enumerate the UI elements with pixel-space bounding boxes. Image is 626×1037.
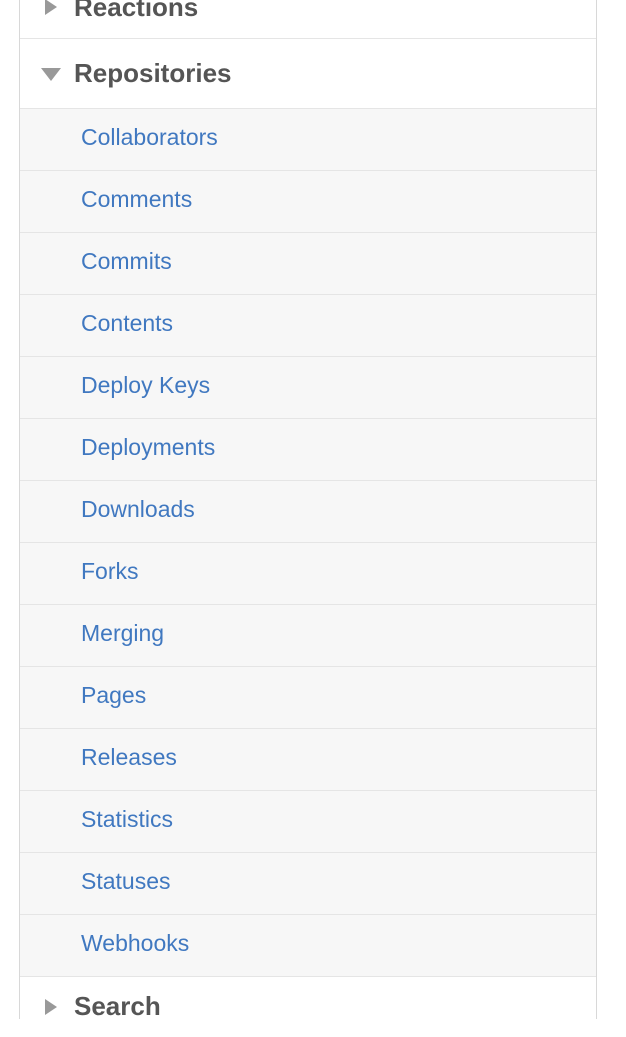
section-label-search: Search — [74, 991, 161, 1021]
sub-item-contents[interactable]: Contents — [20, 295, 596, 357]
sub-item-collaborators[interactable]: Collaborators — [20, 109, 596, 171]
sub-item-link[interactable]: Merging — [81, 620, 164, 647]
sub-item-link[interactable]: Deployments — [81, 434, 215, 461]
sub-item-webhooks[interactable]: Webhooks — [20, 915, 596, 977]
sub-item-commits[interactable]: Commits — [20, 233, 596, 295]
sub-item-link[interactable]: Webhooks — [81, 930, 189, 957]
sub-item-statuses[interactable]: Statuses — [20, 853, 596, 915]
section-label-reactions: Reactions — [74, 0, 199, 22]
sub-item-link[interactable]: Contents — [81, 310, 173, 337]
sub-item-pages[interactable]: Pages — [20, 667, 596, 729]
repositories-sub-list: Collaborators Comments Commits Contents … — [20, 109, 596, 977]
sub-item-forks[interactable]: Forks — [20, 543, 596, 605]
sub-item-deploy-keys[interactable]: Deploy Keys — [20, 357, 596, 419]
triangle-right-icon — [45, 0, 57, 15]
sub-item-link[interactable]: Deploy Keys — [81, 372, 210, 399]
sub-item-statistics[interactable]: Statistics — [20, 791, 596, 853]
section-header-repositories[interactable]: Repositories — [20, 39, 596, 109]
sub-item-link[interactable]: Statuses — [81, 868, 171, 895]
sub-item-link[interactable]: Forks — [81, 558, 139, 585]
sub-item-link[interactable]: Releases — [81, 744, 177, 771]
triangle-down-icon — [41, 68, 61, 81]
sub-item-link[interactable]: Pages — [81, 682, 146, 709]
sub-item-link[interactable]: Collaborators — [81, 124, 218, 151]
sub-item-downloads[interactable]: Downloads — [20, 481, 596, 543]
sub-item-merging[interactable]: Merging — [20, 605, 596, 667]
sub-item-link[interactable]: Statistics — [81, 806, 173, 833]
sub-item-link[interactable]: Downloads — [81, 496, 195, 523]
section-label-repositories: Repositories — [74, 58, 232, 88]
sub-item-releases[interactable]: Releases — [20, 729, 596, 791]
triangle-right-icon — [45, 999, 57, 1015]
sub-item-comments[interactable]: Comments — [20, 171, 596, 233]
sub-item-link[interactable]: Commits — [81, 248, 172, 275]
api-docs-sidebar: Reactions Repositories Collaborators Com… — [19, 0, 597, 1037]
sub-item-link[interactable]: Comments — [81, 186, 192, 213]
section-header-search[interactable]: Search — [20, 977, 596, 1037]
section-header-reactions[interactable]: Reactions — [20, 0, 596, 39]
sub-item-deployments[interactable]: Deployments — [20, 419, 596, 481]
